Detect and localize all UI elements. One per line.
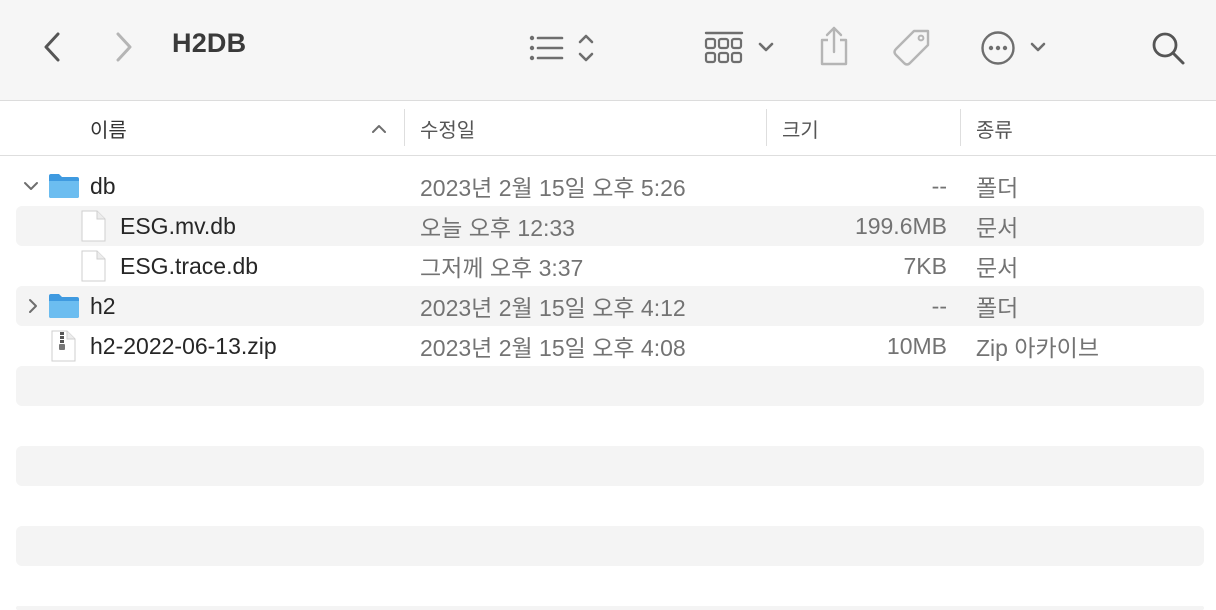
- table-row[interactable]: ESG.mv.db 오늘 오후 12:33 199.6MB 문서: [16, 206, 1204, 246]
- table-row[interactable]: db 2023년 2월 15일 오후 5:26 -- 폴더: [16, 166, 1204, 206]
- file-size: 199.6MB: [854, 212, 947, 239]
- chevron-right-icon: [29, 299, 37, 313]
- disclosure-collapsed[interactable]: [26, 286, 40, 326]
- file-kind: 폴더: [976, 295, 1019, 321]
- zip-archive-icon: [51, 330, 76, 362]
- file-name: ESG.mv.db: [120, 212, 236, 239]
- column-divider[interactable]: [404, 109, 405, 146]
- folder-icon: [49, 174, 79, 198]
- column-size-header[interactable]: 크기: [782, 101, 952, 155]
- zip-icon-wrap: [50, 326, 76, 366]
- empty-row: [16, 366, 1204, 406]
- forward-button[interactable]: [108, 28, 140, 66]
- toolbar: H2DB: [0, 0, 1216, 101]
- column-size-label: 크기: [782, 119, 819, 142]
- file-modified: 그저께 오후 3:37: [420, 255, 584, 281]
- file-size: --: [931, 292, 947, 319]
- tag-icon: [893, 29, 930, 66]
- column-header: 이름 수정일 크기 종류: [0, 101, 1216, 156]
- column-divider[interactable]: [766, 109, 767, 146]
- table-row[interactable]: h2 2023년 2월 15일 오후 4:12 -- 폴더: [16, 286, 1204, 326]
- file-name: h2: [90, 292, 116, 319]
- file-modified: 오늘 오후 12:33: [420, 215, 575, 241]
- column-divider[interactable]: [960, 109, 961, 146]
- folder-icon: [49, 294, 79, 318]
- file-size: --: [931, 172, 947, 199]
- more-actions-button[interactable]: [978, 28, 1050, 68]
- file-modified: 2023년 2월 15일 오후 4:08: [420, 335, 686, 361]
- column-name-header[interactable]: 이름: [90, 101, 390, 155]
- table-row[interactable]: h2-2022-06-13.zip 2023년 2월 15일 오후 4:08 1…: [16, 326, 1204, 366]
- file-kind: Zip 아카이브: [976, 335, 1099, 361]
- file-size: 10MB: [886, 332, 947, 359]
- window-title: H2DB: [172, 28, 247, 58]
- column-kind-label: 종류: [976, 119, 1013, 142]
- file-modified: 2023년 2월 15일 오후 4:12: [420, 295, 686, 321]
- back-button[interactable]: [36, 28, 68, 66]
- sort-ascending-icon[interactable]: [370, 121, 388, 135]
- table-row[interactable]: ESG.trace.db 그저께 오후 3:37 7KB 문서: [16, 246, 1204, 286]
- file-kind: 폴더: [976, 175, 1019, 201]
- file-modified: 2023년 2월 15일 오후 5:26: [420, 175, 686, 201]
- ellipsis-circle-icon: [981, 31, 1046, 65]
- search-icon: [1152, 32, 1185, 65]
- file-name: ESG.trace.db: [120, 252, 259, 279]
- list-view-icon: [529, 34, 594, 62]
- column-modified-header[interactable]: 수정일: [420, 101, 760, 155]
- file-kind: 문서: [976, 215, 1019, 241]
- share-button[interactable]: [814, 24, 854, 70]
- column-name-label: 이름: [90, 119, 127, 142]
- search-button[interactable]: [1148, 28, 1188, 68]
- chevron-right-icon: [116, 32, 132, 62]
- column-modified-label: 수정일: [420, 119, 476, 142]
- document-icon-wrap: [80, 206, 106, 246]
- group-button[interactable]: [702, 26, 782, 70]
- folder-icon-wrap: [48, 286, 80, 326]
- document-icon: [81, 250, 106, 282]
- chevron-left-icon: [44, 32, 60, 62]
- finder-window: H2DB 이름 수정일 크기 종류 db 2023년 2월 15일 오후 5:2…: [0, 0, 1216, 610]
- column-kind-header[interactable]: 종류: [976, 101, 1196, 155]
- empty-row: [16, 446, 1204, 486]
- chevron-down-icon: [24, 182, 38, 190]
- grid-group-icon: [704, 31, 774, 64]
- folder-icon-wrap: [48, 166, 80, 206]
- document-icon: [81, 210, 106, 242]
- empty-row: [16, 526, 1204, 566]
- file-name: db: [90, 172, 116, 199]
- view-options-button[interactable]: [524, 28, 600, 68]
- file-size: 7KB: [903, 252, 947, 279]
- document-icon-wrap: [80, 246, 106, 286]
- disclosure-expanded[interactable]: [22, 166, 40, 206]
- tag-button[interactable]: [890, 26, 936, 70]
- file-kind: 문서: [976, 255, 1019, 281]
- file-name: h2-2022-06-13.zip: [90, 332, 277, 359]
- share-icon: [820, 26, 848, 66]
- empty-row: [16, 606, 1204, 610]
